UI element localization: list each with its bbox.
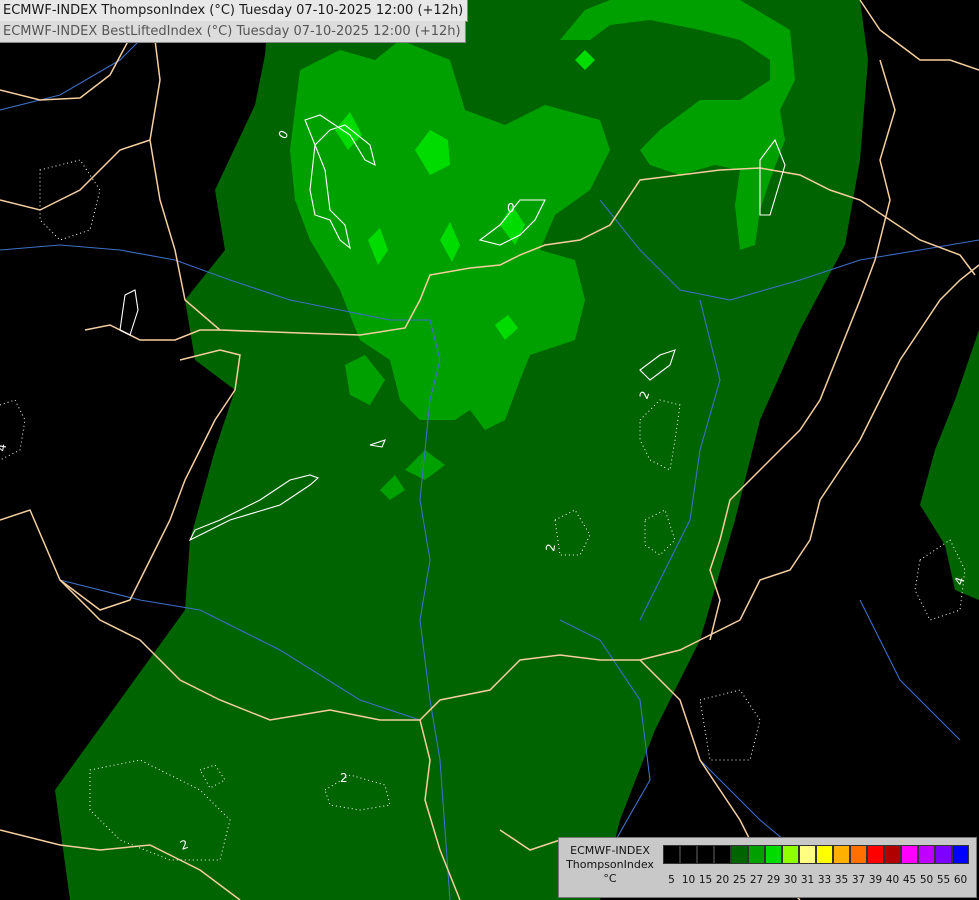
legend-tick-label: 20 xyxy=(715,874,730,886)
legend-swatch xyxy=(816,845,833,864)
legend-swatch xyxy=(935,845,952,864)
legend-tick-label: 33 xyxy=(817,874,832,886)
legend-tick-label: 40 xyxy=(885,874,900,886)
legend-swatch xyxy=(799,845,816,864)
legend-tick-label: 50 xyxy=(919,874,934,886)
map-title-line2: ECMWF-INDEX BestLiftedIndex (°C) Tuesday… xyxy=(0,21,466,43)
legend-tick-label: 27 xyxy=(749,874,764,886)
legend-tick-label: 60 xyxy=(953,874,968,886)
contour-label: 0 xyxy=(507,201,515,215)
weather-map: 0 0 2 2 2 2 4 4 xyxy=(0,0,979,900)
legend-tick-label: 55 xyxy=(936,874,951,886)
legend-swatch xyxy=(697,845,714,864)
legend-label: ECMWF-INDEX ThompsonIndex °C xyxy=(561,844,659,886)
legend-tick-label: 15 xyxy=(698,874,713,886)
legend-tick-label: 35 xyxy=(834,874,849,886)
legend-swatch xyxy=(901,845,918,864)
legend-tick-label: 39 xyxy=(868,874,883,886)
legend-swatch xyxy=(782,845,799,864)
legend-swatch xyxy=(884,845,901,864)
legend-tick-label: 25 xyxy=(732,874,747,886)
legend-swatch xyxy=(731,845,748,864)
legend-swatch xyxy=(680,845,697,864)
legend-unit: °C xyxy=(603,872,617,885)
legend-tick-label: 29 xyxy=(766,874,781,886)
legend-parameter: ThompsonIndex xyxy=(566,858,654,871)
legend-tick-label: 45 xyxy=(902,874,917,886)
map-title-line1: ECMWF-INDEX ThompsonIndex (°C) Tuesday 0… xyxy=(0,0,469,22)
legend-swatch xyxy=(765,845,782,864)
legend-swatch xyxy=(833,845,850,864)
legend-tick-label: 37 xyxy=(851,874,866,886)
color-legend: ECMWF-INDEX ThompsonIndex °C 5 10 15 20 25 27… xyxy=(558,837,977,898)
legend-swatch xyxy=(952,845,969,864)
legend-swatch xyxy=(867,845,884,864)
legend-swatches xyxy=(663,845,969,864)
legend-ticks: 5 10 15 20 25 27 29 30 31 33 35 37 39 40 45 50 55 60 xyxy=(663,874,969,886)
legend-tick-label: 5 xyxy=(668,874,675,886)
legend-swatch xyxy=(663,845,680,864)
legend-swatch xyxy=(918,845,935,864)
legend-swatch xyxy=(850,845,867,864)
legend-swatch xyxy=(714,845,731,864)
legend-tick-label: 31 xyxy=(800,874,815,886)
legend-tick-label: 30 xyxy=(783,874,798,886)
legend-tick-label: 10 xyxy=(681,874,696,886)
legend-title: ECMWF-INDEX xyxy=(570,844,650,857)
contour-label: 2 xyxy=(340,771,348,785)
legend-swatch xyxy=(748,845,765,864)
